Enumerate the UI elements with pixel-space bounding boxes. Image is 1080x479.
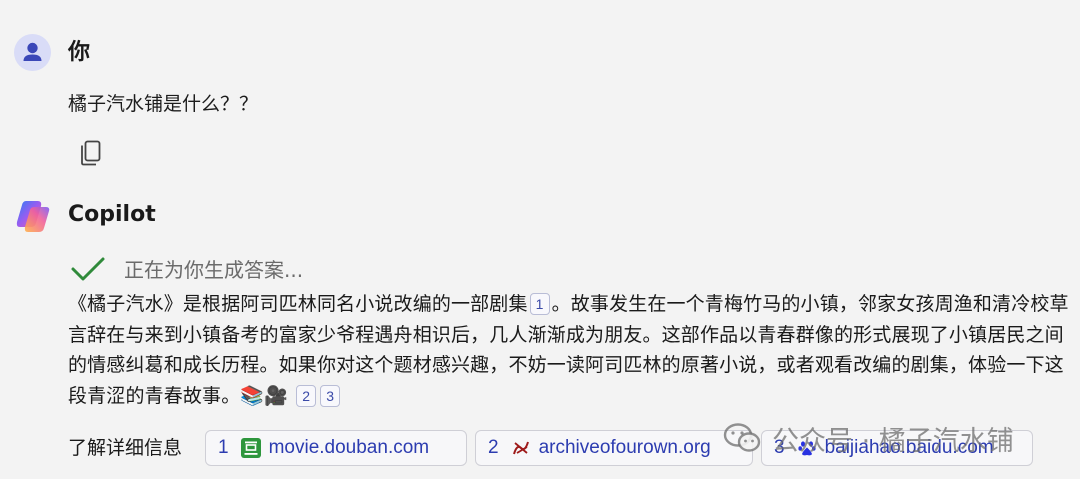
source-number: 2: [488, 437, 499, 458]
user-name: 你: [68, 40, 91, 65]
copilot-name: Copilot: [68, 202, 156, 227]
learn-more-label: 了解详细信息: [68, 437, 183, 459]
copilot-icon: [16, 201, 50, 232]
copy-icon: [81, 140, 101, 166]
answer-text: 《橘子汽水》是根据阿司匹林同名小说改编的一部剧集 1 。故事发生在一个青梅竹马的小镇…: [68, 289, 1078, 411]
copilot-logo: [14, 197, 52, 235]
user-message: 橘子汽水铺是什么？？: [68, 93, 259, 115]
answer-part-1: 《橘子汽水》是根据阿司匹林同名小说改编的一部剧集: [68, 293, 528, 315]
watermark-text: 公众号 · 橘子汽水铺: [772, 425, 1014, 457]
citation-2[interactable]: 2: [296, 384, 317, 407]
wechat-icon: [723, 423, 761, 452]
source-number: 1: [218, 437, 229, 458]
generating-status: 正在为你生成答案...: [124, 258, 304, 282]
source-link-douban[interactable]: 1 movie.douban.com: [205, 430, 467, 466]
source-link-ao3[interactable]: 2 archiveofourown.org: [475, 430, 753, 466]
answer-emoji: 📚🎥: [240, 384, 288, 407]
copy-button[interactable]: [76, 136, 108, 168]
douban-icon: [240, 438, 261, 458]
watermark: 公众号 · 橘子汽水铺: [722, 418, 1014, 458]
user-avatar: [14, 34, 51, 71]
citation-1[interactable]: 1: [529, 293, 550, 315]
check-icon: [71, 257, 105, 281]
source-site: archiveofourown.org: [538, 437, 711, 458]
source-site: movie.douban.com: [268, 437, 430, 458]
citation-3[interactable]: 3: [320, 384, 341, 407]
ao3-icon: [512, 441, 529, 455]
person-icon: [23, 42, 42, 61]
